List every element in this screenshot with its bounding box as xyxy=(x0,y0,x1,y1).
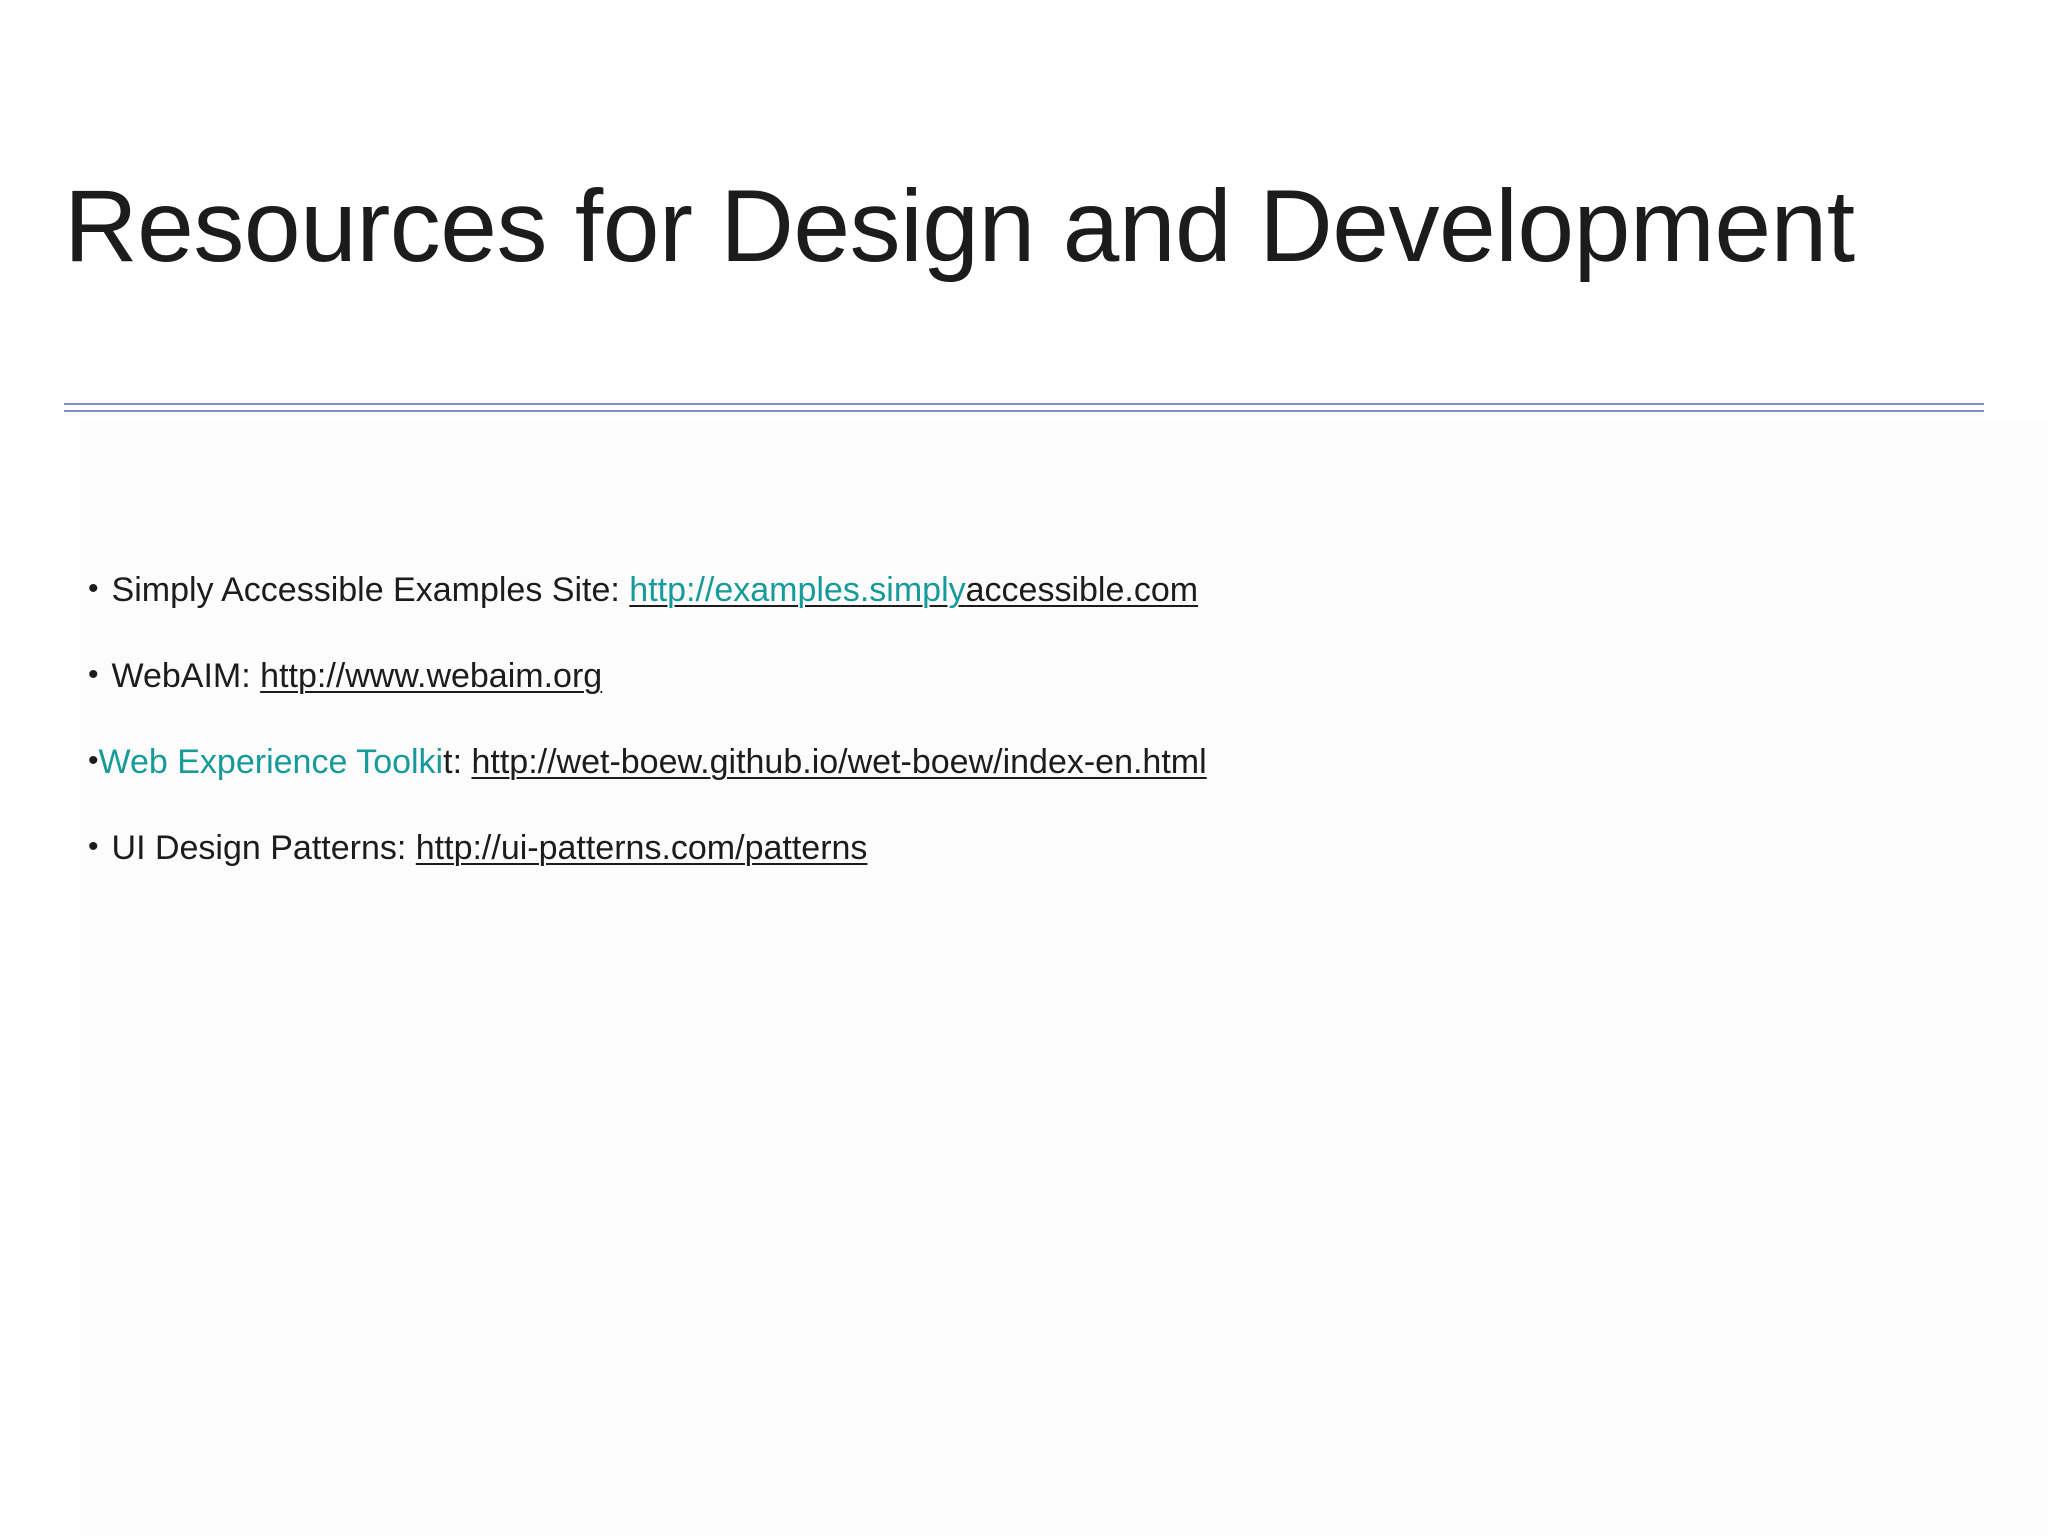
bullet-icon: • xyxy=(88,572,99,605)
link-text-part: http://examples.simply xyxy=(629,571,966,609)
list-item: •Web Experience Toolkit: http://wet-boew… xyxy=(88,736,1207,822)
wet-boew-link[interactable]: http://wet-boew.github.io/wet-boew/index… xyxy=(471,743,1206,781)
resource-label-highlight: Web Experience Toolki xyxy=(98,743,444,781)
bullet-icon: • xyxy=(88,658,99,691)
link-text-part: accessible.com xyxy=(965,571,1199,609)
simply-accessible-link[interactable]: http://examples.simplyaccessible.com xyxy=(629,571,1198,609)
resource-label: t: xyxy=(443,743,463,781)
resource-label: UI Design Patterns: xyxy=(111,829,407,867)
resource-label: WebAIM: xyxy=(111,657,251,695)
title-divider-top xyxy=(64,403,1984,405)
bullet-icon: • xyxy=(88,744,99,777)
slide-title: Resources for Design and Development xyxy=(64,169,1855,283)
title-divider-bottom xyxy=(64,410,1984,412)
list-item: • WebAIM: http://www.webaim.org xyxy=(88,650,1207,736)
resource-label: Simply Accessible Examples Site: xyxy=(111,571,620,609)
webaim-link[interactable]: http://www.webaim.org xyxy=(260,657,602,695)
bullet-icon: • xyxy=(88,830,99,863)
slide: Resources for Design and Development • Si… xyxy=(0,0,2048,1536)
resource-list: • Simply Accessible Examples Site: http:/… xyxy=(88,564,1207,908)
ui-patterns-link[interactable]: http://ui-patterns.com/patterns xyxy=(416,829,868,867)
list-item: • Simply Accessible Examples Site: http:/… xyxy=(88,564,1207,650)
list-item: • UI Design Patterns: http://ui-patterns.… xyxy=(88,822,1207,908)
